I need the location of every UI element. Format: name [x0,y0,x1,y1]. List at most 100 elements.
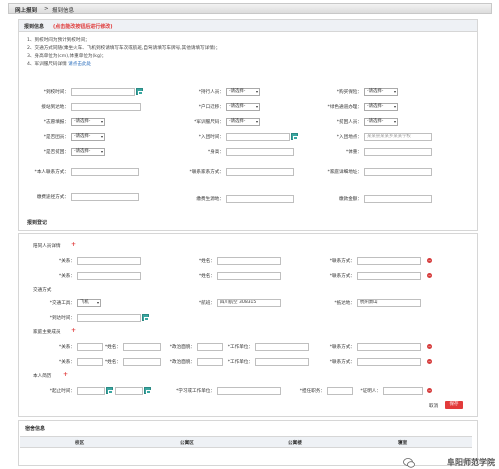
poor-student-select[interactable]: -请选择- [364,118,398,126]
military-size-link[interactable]: 请点击此处 [68,62,91,67]
member-name-label: *姓名： [104,345,121,350]
transport-tool-select[interactable]: 飞机 [77,299,101,307]
companion-select[interactable]: -请选择- [226,88,260,96]
fee-amount-label: 缴款金额： [339,197,362,202]
add-companion-icon[interactable]: + [71,242,76,248]
calendar-icon[interactable] [106,387,113,394]
info-panel-edit-note[interactable]: (点击能改按钮后进行修改) [53,23,113,30]
column-building: 公寓楼 [288,441,302,446]
remove-member-icon[interactable]: − [427,359,432,364]
dorm-apply-select[interactable]: -请选择- [71,118,105,126]
politics-input[interactable] [197,343,223,351]
party-place-input[interactable]: 某某县某某乡某某学校 [364,133,432,141]
breadcrumb-root[interactable]: 网上报到 [15,6,37,14]
arrive-at-input[interactable]: 杭州萧山 [357,299,421,307]
member-contact-input[interactable] [357,343,421,351]
dorm-table-header: 校区 公寓区 公寓楼 寝室 [20,436,472,448]
fee-method-label: 缴费途径方式： [36,195,69,200]
poor-student-label: *贫困人员： [336,120,362,125]
relation-input[interactable] [77,257,141,265]
fee-amount-input[interactable] [364,195,432,203]
party-time-input[interactable] [226,133,290,141]
depart-time-input[interactable] [77,314,141,322]
cancel-button[interactable]: 取消 [429,403,438,409]
wechat-icon [403,458,415,468]
member-contact-label: *联系方式： [329,360,355,365]
name-input[interactable] [217,257,281,265]
is-poor-select[interactable]: -请选择- [71,148,105,156]
note-4: 4、军训服尺码详情 请点击此处 [27,61,91,67]
transport-section-title: 交通方式 [33,288,52,293]
name-input[interactable] [217,272,281,280]
note-2: 2、交通方式同随(乘坐火车、飞机到校请填写车次或航班,自驾请填写车牌号,其他请填… [27,46,221,51]
member-contact-input[interactable] [357,358,421,366]
height-input[interactable] [226,148,294,156]
party-time-label: *入团时间： [198,135,224,140]
member-relation-input[interactable] [77,358,103,366]
insurance-select[interactable]: -请选择- [364,88,398,96]
column-apartment-area: 公寓区 [180,441,194,446]
remove-companion-icon[interactable]: − [427,258,432,263]
family-contact-input[interactable] [226,168,294,176]
remove-member-icon[interactable]: − [427,344,432,349]
study-unit-label: *学习或工作单位： [175,389,215,394]
relation-input[interactable] [77,272,141,280]
start-date-input[interactable] [77,387,105,395]
position-input[interactable] [327,387,353,395]
member-contact-label: *联系方式： [329,345,355,350]
fee-place-input[interactable] [226,195,294,203]
fee-place-label: 缴费生源地： [196,197,224,202]
hukou-select[interactable]: -请选择- [226,103,260,111]
breadcrumb-current: 报到信息 [52,8,75,14]
height-label: *身高： [207,150,224,155]
remove-resume-icon[interactable]: − [427,388,432,393]
member-name-input[interactable] [123,358,161,366]
relation-label: *关系： [58,274,75,279]
family-address-input[interactable] [364,168,432,176]
contact-input[interactable] [357,272,421,280]
calendar-icon[interactable] [136,88,143,95]
arrival-time-label: *到校时间： [43,90,69,95]
member-relation-input[interactable] [77,343,103,351]
remove-companion-icon[interactable]: − [427,273,432,278]
work-unit-label: *工作单位： [227,360,253,365]
breadcrumb-separator: > [44,6,49,12]
weight-input[interactable] [364,148,432,156]
info-panel-header: 报到信息 (点击能改按钮后进行修改) [19,20,477,32]
is-party-select[interactable]: -请选择- [71,133,105,141]
info-panel-title: 报到信息 [24,24,45,30]
add-resume-icon[interactable]: + [63,372,68,378]
witness-input[interactable] [383,387,423,395]
study-unit-input[interactable] [217,387,281,395]
name-label: *姓名： [198,259,215,264]
companion-section-title: 陪同人员详情 [33,244,61,249]
save-button[interactable]: 保存 [445,401,463,409]
green-channel-select[interactable]: -请选择- [364,103,398,111]
member-name-input[interactable] [123,343,161,351]
column-room: 寝室 [398,441,408,446]
insurance-label: *购买保险： [336,90,362,95]
transport-tool-label: *交通工具： [49,301,75,306]
work-unit-input[interactable] [255,358,309,366]
family-contact-label: *联系家系方式： [189,170,224,175]
work-unit-input[interactable] [255,343,309,351]
calendar-icon[interactable] [144,387,151,394]
contact-input[interactable] [357,257,421,265]
companion-label: *持行人员： [198,90,224,95]
politics-input[interactable] [197,358,223,366]
calendar-icon[interactable] [291,133,298,140]
military-size-select[interactable]: -请选择- [226,118,260,126]
student-contact-input[interactable] [71,168,139,176]
flight-input[interactable]: 四川航空 3U8315 [217,299,281,307]
dorm-apply-label: *志愿填报： [43,120,69,125]
family-address-label: *家庭详细地址： [327,170,362,175]
is-poor-label: *是否贫困： [43,150,69,155]
arrival-time-input[interactable] [71,88,135,96]
politics-label: *政治面貌： [169,345,195,350]
calendar-icon[interactable] [142,314,149,321]
add-family-icon[interactable]: + [71,328,76,334]
fee-method-input[interactable] [71,193,139,201]
end-date-input[interactable] [115,387,143,395]
arrive-place-input[interactable] [71,103,141,111]
watermark-text: 阜阳师范学院 [447,458,495,467]
